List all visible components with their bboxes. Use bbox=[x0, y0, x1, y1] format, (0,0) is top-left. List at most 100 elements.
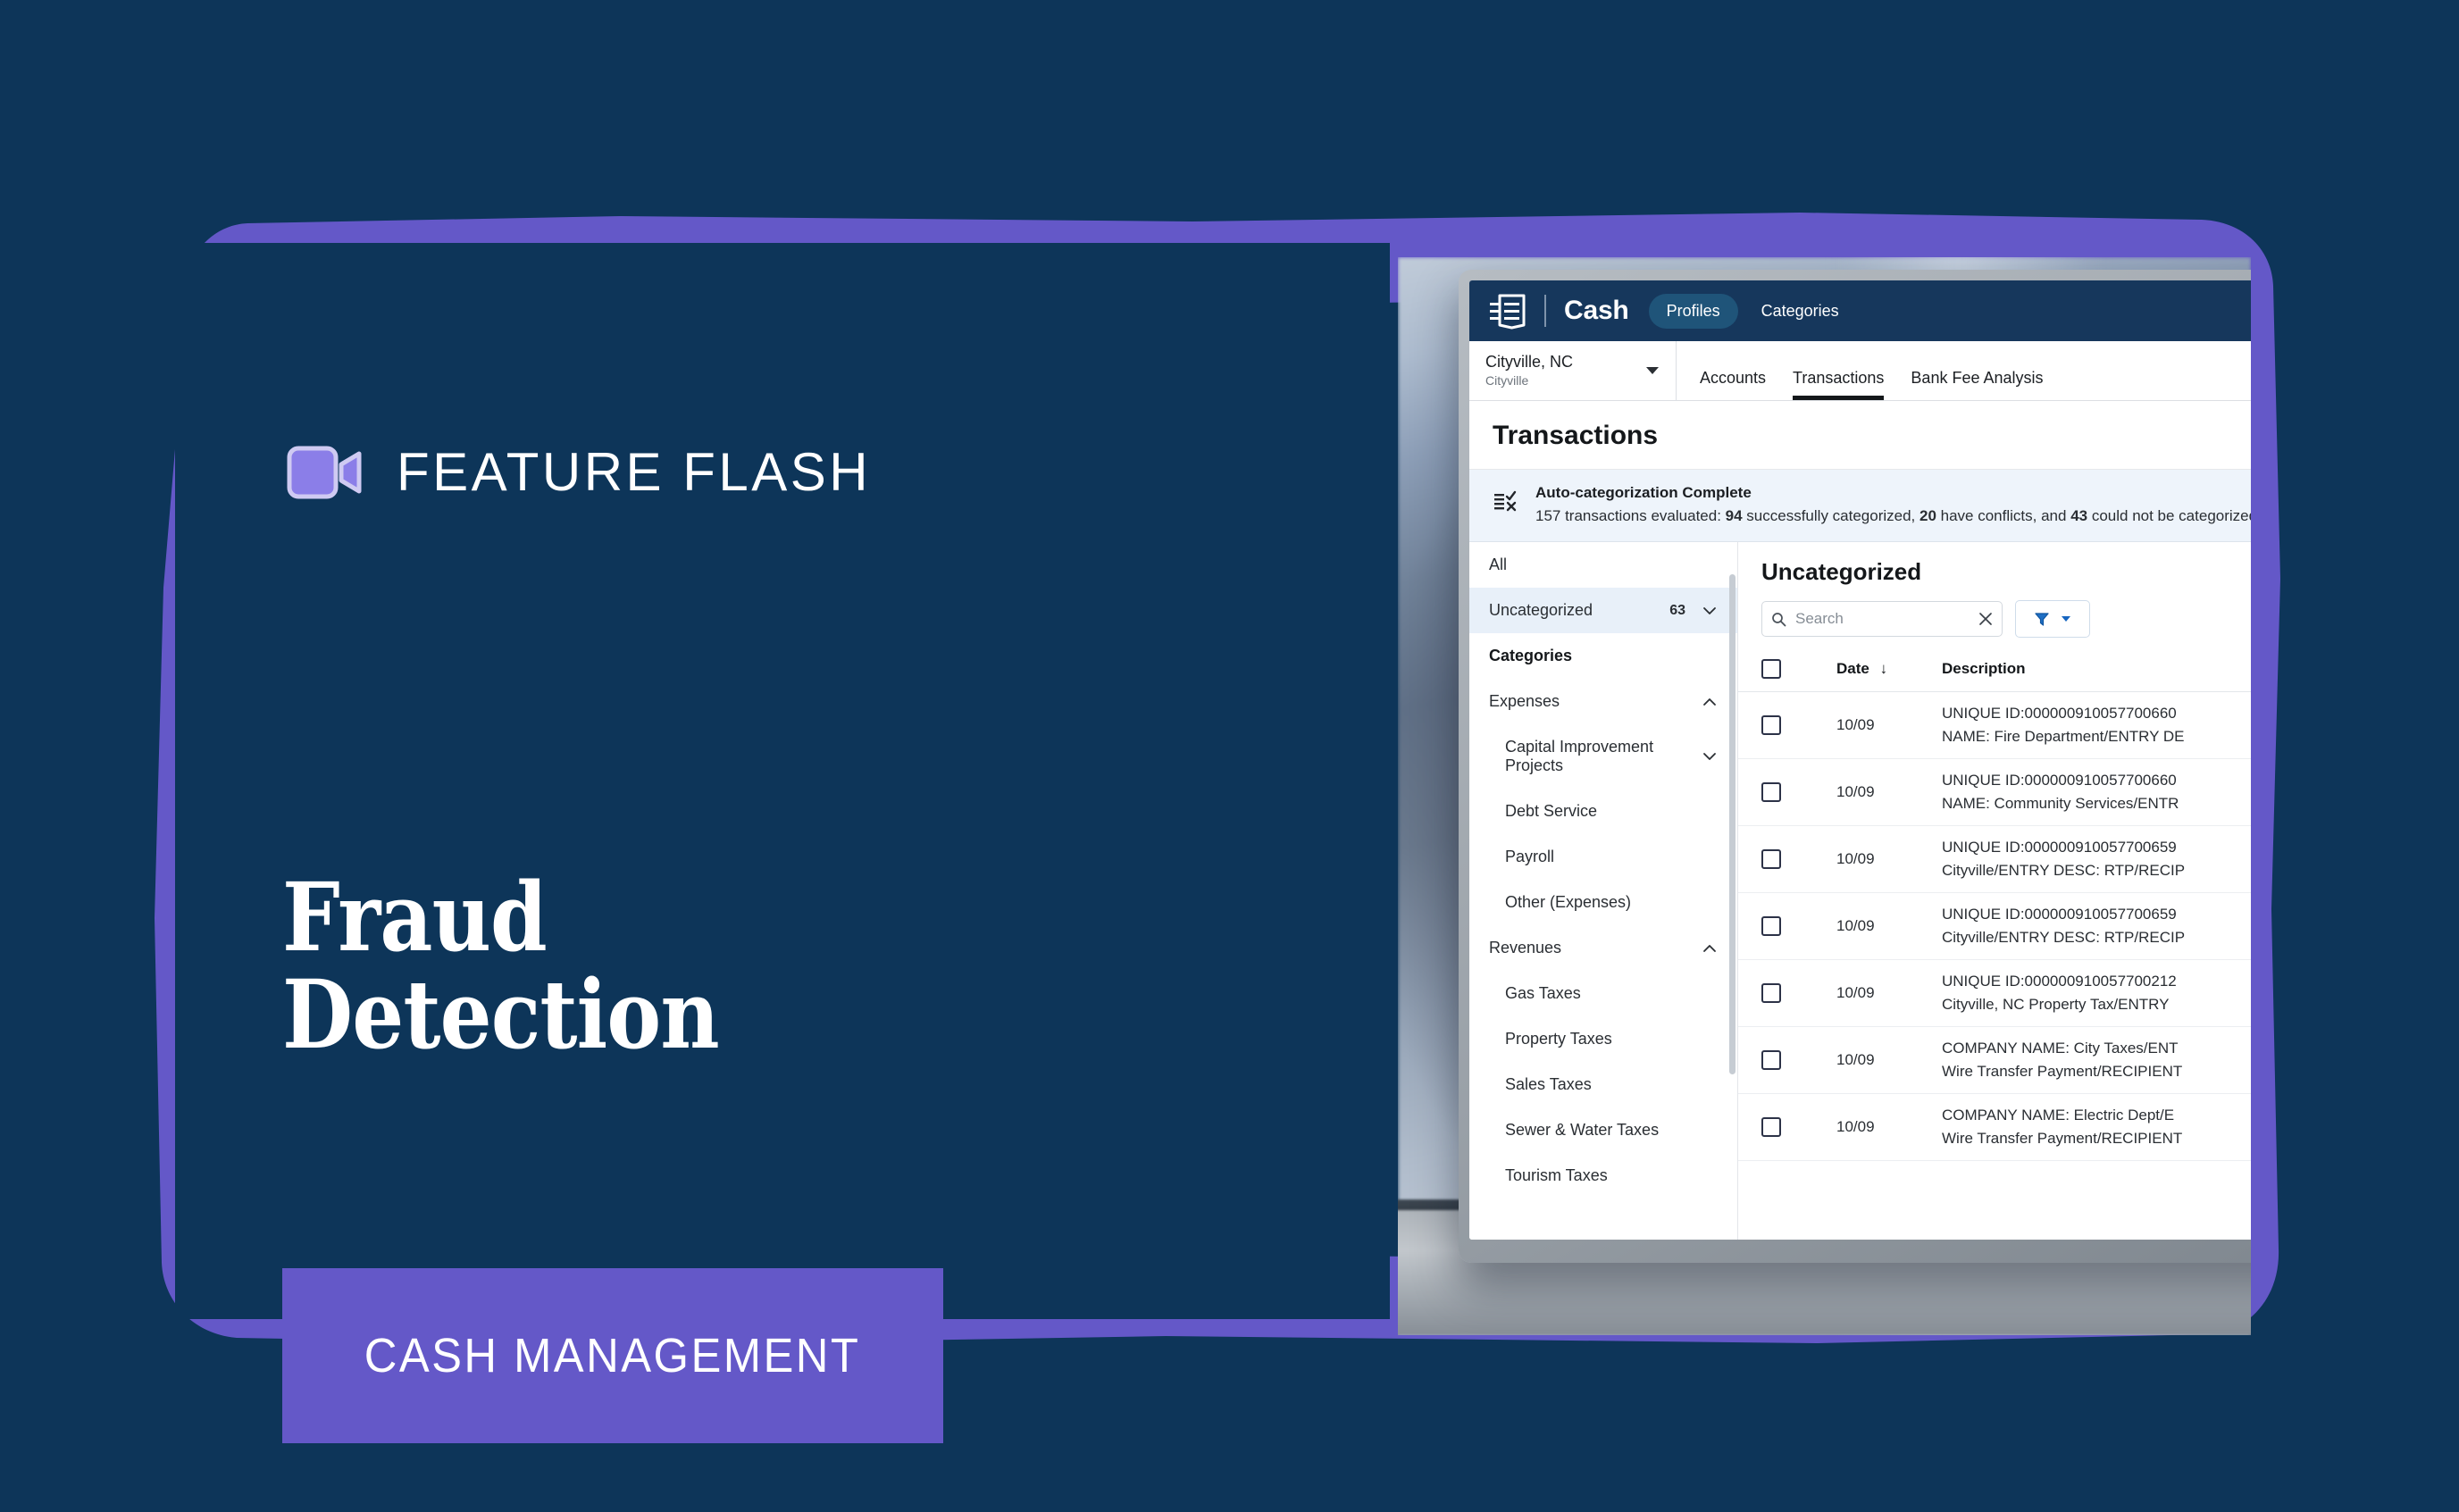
chevron-down-icon bbox=[1703, 753, 1716, 760]
cash-management-chip[interactable]: CASH MANAGEMENT bbox=[282, 1268, 943, 1443]
profile-sub-name: Cityville bbox=[1485, 372, 1529, 388]
search-box[interactable] bbox=[1761, 601, 2003, 637]
chevron-down-icon bbox=[1703, 606, 1716, 614]
banner-conflict-count: 20 bbox=[1920, 507, 1936, 524]
banner-title: Auto-categorization Complete bbox=[1535, 484, 1752, 501]
tab-bank-fee-analysis[interactable]: Bank Fee Analysis bbox=[1911, 369, 2043, 400]
sidebar-item-label: Payroll bbox=[1505, 848, 1555, 865]
row-date: 10/09 bbox=[1836, 758, 1942, 826]
row-select-cell[interactable] bbox=[1738, 825, 1836, 893]
close-icon[interactable] bbox=[1978, 612, 1993, 626]
row-select-cell[interactable] bbox=[1738, 758, 1836, 826]
sidebar-item-label: Tourism Taxes bbox=[1505, 1166, 1608, 1184]
row-select-cell[interactable] bbox=[1738, 959, 1836, 1027]
banner-failed-count: 43 bbox=[2070, 507, 2088, 524]
headline-line-1: Fraud bbox=[282, 861, 548, 973]
row-date: 10/09 bbox=[1836, 691, 1942, 759]
row-date: 10/09 bbox=[1836, 1026, 1942, 1094]
table-row[interactable]: 10/09 UNIQUE ID:000000910057700659 Cityvil… bbox=[1738, 825, 2251, 893]
row-checkbox[interactable] bbox=[1761, 1117, 1781, 1137]
description-header-label: Description bbox=[1942, 660, 2026, 677]
tab-transactions[interactable]: Transactions bbox=[1793, 369, 1885, 400]
row-description-line-2: Cityville, NC Property Tax/ENTRY bbox=[1942, 996, 2170, 1013]
sidebar-item-tourism-taxes[interactable]: Tourism Taxes bbox=[1469, 1153, 1737, 1199]
sidebar-group-revenues[interactable]: Revenues bbox=[1469, 925, 1737, 971]
sidebar-item-label: Property Taxes bbox=[1505, 1030, 1612, 1048]
promo-panel: FEATURE FLASH Fraud Detection CASH MANAG… bbox=[175, 243, 1390, 1443]
topnav-profiles[interactable]: Profiles bbox=[1648, 293, 1738, 329]
product-name: Cash bbox=[1564, 296, 1629, 325]
headline-line-2: Detection bbox=[282, 958, 720, 1071]
table-row[interactable]: 10/09 UNIQUE ID:000000910057700660 NAME: F… bbox=[1738, 691, 2251, 759]
row-description-line-1: UNIQUE ID:000000910057700212 bbox=[1942, 973, 2177, 990]
sidebar-item-uncategorized[interactable]: Uncategorized 63 bbox=[1469, 588, 1737, 633]
row-checkbox[interactable] bbox=[1761, 1050, 1781, 1070]
sidebar-item-sales-taxes[interactable]: Sales Taxes bbox=[1469, 1062, 1737, 1107]
sidebar-item-capital-improvement-projects[interactable]: Capital Improvement Projects bbox=[1469, 724, 1737, 789]
sidebar-scrollbar[interactable] bbox=[1729, 574, 1736, 1074]
sidebar-item-property-taxes[interactable]: Property Taxes bbox=[1469, 1016, 1737, 1062]
sidebar-item-label: Debt Service bbox=[1505, 802, 1598, 820]
description-header[interactable]: Description bbox=[1942, 650, 2251, 692]
category-sidebar: All Uncategorized 63 Categories Expenses… bbox=[1469, 542, 1738, 1240]
sidebar-item-label: Capital Improvement Projects bbox=[1505, 738, 1654, 774]
sidebar-item-label: Sales Taxes bbox=[1505, 1075, 1592, 1093]
row-checkbox[interactable] bbox=[1761, 983, 1781, 1003]
sidebar-item-debt-service[interactable]: Debt Service bbox=[1469, 789, 1737, 834]
sidebar-item-all[interactable]: All bbox=[1469, 542, 1737, 588]
select-all-header[interactable] bbox=[1738, 650, 1836, 692]
sidebar-item-gas-taxes[interactable]: Gas Taxes bbox=[1469, 971, 1737, 1016]
row-checkbox[interactable] bbox=[1761, 782, 1781, 802]
chevron-down-icon bbox=[1646, 367, 1659, 374]
sidebar-group-expenses[interactable]: Expenses bbox=[1469, 679, 1737, 724]
chevron-up-icon bbox=[1703, 698, 1716, 706]
profile-selector[interactable]: Cityville, NC Cityville bbox=[1469, 341, 1677, 400]
table-row[interactable]: 10/09 COMPANY NAME: City Taxes/ENT Wire Tr… bbox=[1738, 1026, 2251, 1094]
row-select-cell[interactable] bbox=[1738, 691, 1836, 759]
search-input[interactable] bbox=[1794, 609, 1971, 629]
sidebar-item-label: Other (Expenses) bbox=[1505, 893, 1632, 911]
row-checkbox[interactable] bbox=[1761, 715, 1781, 735]
banner-msg-suffix: could not be categorized bbox=[2087, 507, 2251, 524]
table-row[interactable]: 10/09 UNIQUE ID:000000910057700212 Cityvil… bbox=[1738, 959, 2251, 1027]
table-row[interactable]: 10/09 UNIQUE ID:000000910057700660 NAME: C… bbox=[1738, 758, 2251, 826]
row-select-cell[interactable] bbox=[1738, 1093, 1836, 1161]
section-tabs: Accounts Transactions Bank Fee Analysis bbox=[1677, 341, 2044, 400]
row-description: COMPANY NAME: Electric Dept/E Wire Transf… bbox=[1942, 1093, 2251, 1161]
tab-accounts[interactable]: Accounts bbox=[1700, 369, 1766, 400]
uncategorized-count: 63 bbox=[1669, 602, 1685, 618]
topnav-categories[interactable]: Categories bbox=[1744, 294, 1857, 329]
sidebar-group-label: Expenses bbox=[1489, 692, 1560, 710]
row-description: UNIQUE ID:000000910057700212 Cityville, N… bbox=[1942, 959, 2251, 1027]
select-all-checkbox[interactable] bbox=[1761, 659, 1781, 679]
row-description-line-1: COMPANY NAME: City Taxes/ENT bbox=[1942, 1040, 2179, 1057]
row-description: UNIQUE ID:000000910057700660 NAME: Fire D… bbox=[1942, 691, 2251, 759]
row-description-line-2: Cityville/ENTRY DESC: RTP/RECIP bbox=[1942, 929, 2186, 946]
video-camera-icon bbox=[287, 446, 362, 498]
cash-management-label: CASH MANAGEMENT bbox=[364, 1329, 861, 1383]
filter-button[interactable] bbox=[2015, 600, 2090, 638]
sidebar-group-label: Revenues bbox=[1489, 939, 1562, 956]
date-header[interactable]: Date ↓ bbox=[1836, 650, 1942, 692]
row-description-line-2: Wire Transfer Payment/RECIPIENT bbox=[1942, 1130, 2183, 1147]
table-row[interactable]: 10/09 UNIQUE ID:000000910057700659 Cityvil… bbox=[1738, 892, 2251, 960]
row-description-line-2: Wire Transfer Payment/RECIPIENT bbox=[1942, 1063, 2183, 1080]
sidebar-item-other-expenses[interactable]: Other (Expenses) bbox=[1469, 880, 1737, 925]
row-select-cell[interactable] bbox=[1738, 1026, 1836, 1094]
row-description-line-1: UNIQUE ID:000000910057700660 bbox=[1942, 772, 2177, 789]
row-select-cell[interactable] bbox=[1738, 892, 1836, 960]
table-header-row: Date ↓ Description bbox=[1738, 650, 2251, 692]
row-description: COMPANY NAME: City Taxes/ENT Wire Transfe… bbox=[1942, 1026, 2251, 1094]
row-checkbox[interactable] bbox=[1761, 916, 1781, 936]
transaction-list-panel: Uncategorized Search Date ↓ Description … bbox=[1738, 542, 2251, 1240]
ledger-book-icon bbox=[1490, 294, 1526, 330]
row-checkbox[interactable] bbox=[1761, 849, 1781, 869]
sidebar-item-sewer-water-taxes[interactable]: Sewer & Water Taxes bbox=[1469, 1107, 1737, 1153]
list-title: Uncategorized bbox=[1761, 558, 1922, 585]
row-description-line-1: UNIQUE ID:000000910057700659 bbox=[1942, 906, 2177, 923]
table-row[interactable]: 10/09 COMPANY NAME: Electric Dept/E Wire T… bbox=[1738, 1093, 2251, 1161]
sidebar-item-label: Uncategorized bbox=[1489, 601, 1593, 619]
auto-categorization-banner: Auto-categorization Complete 157 transac… bbox=[1469, 470, 2251, 542]
arrow-down-icon: ↓ bbox=[1879, 660, 1888, 677]
sidebar-item-payroll[interactable]: Payroll bbox=[1469, 834, 1737, 880]
